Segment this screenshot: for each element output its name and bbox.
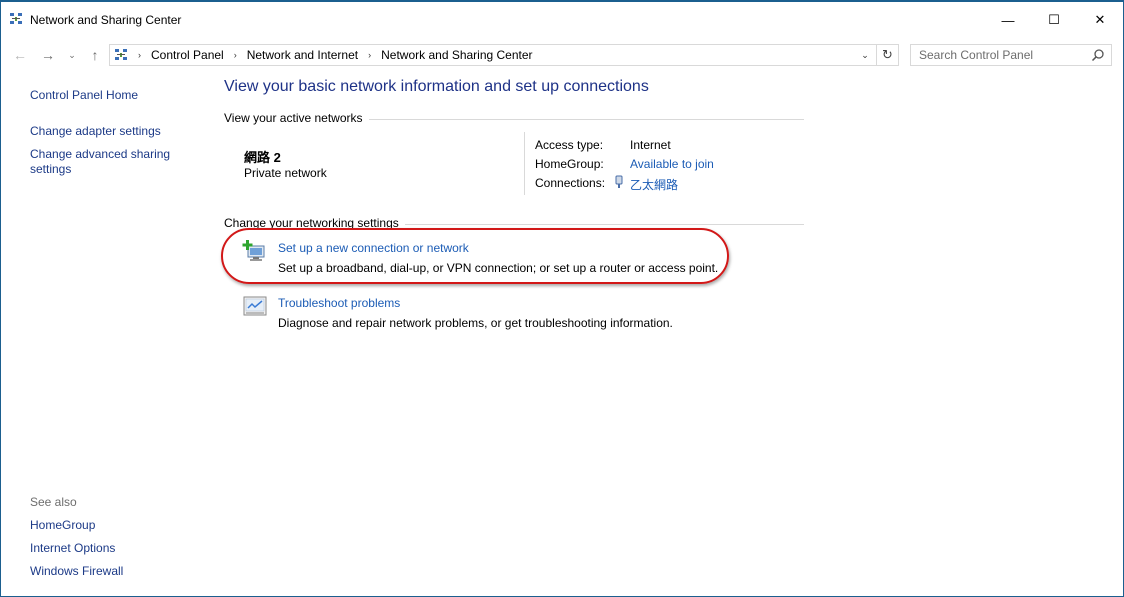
homegroup-link[interactable]: HomeGroup (30, 518, 95, 532)
access-type-value: Internet (630, 138, 671, 152)
title-bar: Network and Sharing Center — ☐ ✕ (1, 2, 1123, 40)
window-title: Network and Sharing Center (30, 13, 182, 27)
troubleshoot-problems-link[interactable]: Troubleshoot problems (278, 296, 400, 310)
change-advanced-sharing-link[interactable]: Change advanced sharing settings (30, 147, 180, 177)
search-placeholder: Search Control Panel (919, 48, 1034, 62)
network-center-icon (10, 13, 22, 24)
network-sharing-center-window: Network and Sharing Center — ☐ ✕ ← → ⌄ ↑… (0, 0, 1124, 597)
change-adapter-settings-link[interactable]: Change adapter settings (30, 124, 210, 139)
back-arrow-icon[interactable]: ← (11, 45, 29, 65)
refresh-icon[interactable]: ↻ (876, 44, 898, 66)
homegroup-label: HomeGroup: (535, 157, 604, 171)
page-title: View your basic network information and … (224, 78, 649, 95)
navigation-bar: ← → ⌄ ↑ › Control Panel › Network and In… (1, 40, 1123, 70)
breadcrumb-network-and-sharing-center[interactable]: Network and Sharing Center (381, 48, 532, 62)
network-name: 網路 2 (244, 150, 281, 165)
address-dropdown-icon[interactable]: ⌄ (858, 47, 872, 63)
connections-label: Connections: (535, 176, 606, 190)
troubleshoot-icon (243, 296, 267, 316)
access-type-label: Access type: (535, 138, 604, 152)
close-button[interactable]: ✕ (1077, 2, 1123, 38)
internet-options-link[interactable]: Internet Options (30, 541, 115, 555)
forward-arrow-icon[interactable]: → (39, 45, 57, 65)
ethernet-connection-link[interactable]: 乙太網路 (630, 176, 678, 193)
troubleshoot-problems-description: Diagnose and repair network problems, or… (278, 316, 673, 330)
search-icon[interactable] (1091, 48, 1105, 62)
homegroup-available-link[interactable]: Available to join (630, 157, 714, 171)
control-panel-home-link[interactable]: Control Panel Home (30, 88, 138, 103)
breadcrumb-control-panel[interactable]: Control Panel (151, 48, 224, 62)
minimize-button[interactable]: — (985, 2, 1031, 38)
address-bar[interactable]: › Control Panel › Network and Internet ›… (109, 44, 899, 66)
breadcrumb-network-and-internet[interactable]: Network and Internet (247, 48, 358, 62)
see-also-heading: See also (30, 495, 77, 509)
ethernet-icon (615, 175, 623, 188)
network-type: Private network (244, 166, 327, 180)
recent-locations-chevron-icon[interactable]: ⌄ (65, 45, 79, 65)
breadcrumb-separator-icon[interactable]: › (368, 50, 371, 60)
up-arrow-icon[interactable]: ↑ (85, 45, 105, 65)
control-panel-icon (115, 49, 127, 60)
maximize-button[interactable]: ☐ (1031, 2, 1077, 38)
search-input[interactable]: Search Control Panel (910, 44, 1112, 66)
highlight-annotation (221, 228, 729, 284)
windows-firewall-link[interactable]: Windows Firewall (30, 564, 123, 578)
breadcrumb-separator-icon[interactable]: › (138, 50, 141, 60)
network-info-separator (524, 132, 525, 195)
active-networks-heading: View your active networks (224, 111, 369, 125)
breadcrumb-separator-icon[interactable]: › (234, 50, 237, 60)
